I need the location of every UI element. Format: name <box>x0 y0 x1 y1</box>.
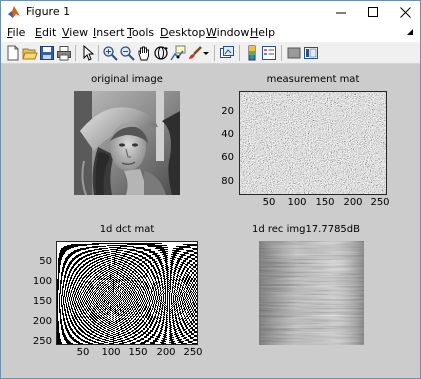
xtick-label: 200 <box>156 347 176 358</box>
toolbar-separator <box>75 45 76 61</box>
new-figure-button[interactable] <box>5 45 21 61</box>
brush-icon <box>189 46 202 59</box>
xtick-label: 200 <box>343 197 363 208</box>
zoom-in-icon <box>103 46 118 61</box>
hide-plot-tools-icon <box>287 47 301 59</box>
toolbar-separator <box>214 45 215 61</box>
ytick-label: 50 <box>39 256 52 267</box>
colorbar-button[interactable] <box>244 45 260 61</box>
ytick-label: 80 <box>221 176 234 187</box>
window-title: Figure 1 <box>26 5 71 18</box>
menu-edit[interactable]: Edit <box>35 26 56 39</box>
save-icon <box>40 46 54 60</box>
open-file-button[interactable] <box>22 45 38 61</box>
new-figure-icon <box>7 45 19 61</box>
rotate-3d-icon <box>154 46 168 60</box>
menu-help[interactable]: Help <box>250 26 275 39</box>
hide-plot-tools-button[interactable] <box>286 45 302 61</box>
reconstructed-image-render <box>259 241 364 345</box>
menu-insert[interactable]: Insert <box>93 26 125 39</box>
dct-mat-axes[interactable] <box>56 241 198 345</box>
subplot-title-measurement-mat: measurement mat <box>266 74 360 85</box>
zoom-out-icon <box>120 46 135 61</box>
dct-mat-image <box>57 243 197 344</box>
brush-button[interactable] <box>187 45 203 61</box>
menu-bar: File Edit View Insert Tools Desktop Wind… <box>1 23 420 42</box>
close-button[interactable] <box>389 1 421 23</box>
subplot-title-1d-dct-mat: 1d dct mat <box>99 224 155 235</box>
ytick-label: 200 <box>32 316 52 327</box>
link-plot-icon <box>220 46 234 58</box>
xtick-label: 100 <box>287 197 307 208</box>
pan-button[interactable] <box>136 45 152 61</box>
show-plot-tools-icon <box>304 47 318 59</box>
ytick-label: 40 <box>221 129 234 140</box>
toolbar <box>1 42 420 64</box>
legend-button[interactable] <box>261 45 277 61</box>
ytick-label: 250 <box>32 336 52 347</box>
xtick-label: 250 <box>370 197 390 208</box>
toolbar-separator <box>281 45 282 61</box>
zoom-out-button[interactable] <box>119 45 135 61</box>
open-file-icon <box>22 48 38 60</box>
measurement-mat-image <box>240 92 386 194</box>
ytick-label: 150 <box>32 296 52 307</box>
zoom-in-button[interactable] <box>102 45 118 61</box>
ytick-label: 100 <box>32 276 52 287</box>
measurement-mat-axes[interactable] <box>239 91 387 195</box>
pan-icon <box>138 46 149 61</box>
menu-view[interactable]: View <box>62 26 88 39</box>
menu-window[interactable]: Window <box>206 26 249 39</box>
link-plot-button[interactable] <box>219 45 235 61</box>
show-plot-tools-button[interactable] <box>303 45 319 61</box>
portrait-image <box>74 91 180 195</box>
maximize-button[interactable] <box>357 1 389 23</box>
dock-arrow-icon[interactable] <box>406 28 414 36</box>
reconstructed-image[interactable] <box>259 241 364 345</box>
chevron-down-icon <box>203 52 209 55</box>
ytick-label: 20 <box>221 106 234 117</box>
print-icon <box>57 46 71 61</box>
menu-desktop[interactable]: Desktop <box>160 26 205 39</box>
close-icon <box>399 6 411 18</box>
save-button[interactable] <box>39 45 55 61</box>
xtick-label: 50 <box>262 197 276 208</box>
menu-tools[interactable]: Tools <box>127 26 154 39</box>
rotate-3d-button[interactable] <box>153 45 169 61</box>
xtick-label: 250 <box>183 347 203 358</box>
subplot-title-original-image: original image <box>91 74 163 85</box>
toolbar-separator <box>239 45 240 61</box>
toolbar-separator <box>98 45 99 61</box>
figure-canvas[interactable]: original image measurement mat 20 40 60 … <box>1 64 420 378</box>
subplot-title-1d-rec-img: 1d rec img17.7785dB <box>251 224 361 235</box>
xtick-label: 150 <box>315 197 335 208</box>
data-cursor-button[interactable] <box>170 45 186 61</box>
xtick-label: 100 <box>101 347 121 358</box>
print-button[interactable] <box>56 45 72 61</box>
legend-icon <box>262 46 276 60</box>
minimize-button[interactable] <box>325 1 357 23</box>
figure-window: Figure 1 File Edit View Insert Tools Des… <box>0 0 421 379</box>
title-bar[interactable]: Figure 1 <box>1 1 420 23</box>
ytick-label: 60 <box>221 152 234 163</box>
pointer-icon <box>83 45 95 61</box>
colorbar-icon <box>248 45 256 61</box>
pointer-button[interactable] <box>80 45 96 61</box>
xtick-label: 50 <box>76 347 90 358</box>
minimize-icon <box>335 12 346 13</box>
data-cursor-icon <box>170 45 186 61</box>
original-image[interactable] <box>74 91 180 195</box>
maximize-icon <box>367 6 378 17</box>
xtick-label: 150 <box>128 347 148 358</box>
brush-dropdown-button[interactable] <box>202 45 210 61</box>
matlab-icon <box>8 6 20 18</box>
menu-file[interactable]: File <box>7 26 25 39</box>
